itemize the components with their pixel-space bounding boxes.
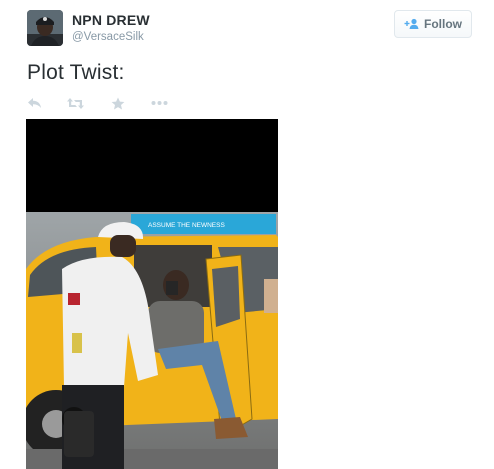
avatar[interactable]: [27, 10, 63, 46]
follow-button-label: Follow: [424, 17, 462, 31]
taxi-sign-text: ASSUME THE NEWNESS: [148, 222, 225, 229]
more-dots-icon[interactable]: [151, 94, 168, 112]
reply-icon[interactable]: [27, 94, 42, 112]
user-handle[interactable]: @VersaceSilk: [72, 31, 144, 43]
redacted-bar: [26, 119, 278, 212]
tweet-actions: [27, 94, 177, 112]
tweet-card: NPN DREW @VersaceSilk Follow Plot Twist:: [0, 0, 494, 469]
tweet-media[interactable]: ASSUME THE NEWNESS: [26, 119, 278, 469]
favorite-star-icon[interactable]: [111, 94, 125, 112]
tweet-text: Plot Twist:: [27, 61, 125, 84]
display-name[interactable]: NPN DREW: [72, 12, 150, 28]
add-user-icon: [404, 18, 420, 30]
tweet-photo: ASSUME THE NEWNESS: [26, 119, 278, 469]
retweet-icon[interactable]: [67, 94, 84, 112]
avatar-image: [27, 10, 63, 46]
follow-button[interactable]: Follow: [394, 10, 472, 38]
